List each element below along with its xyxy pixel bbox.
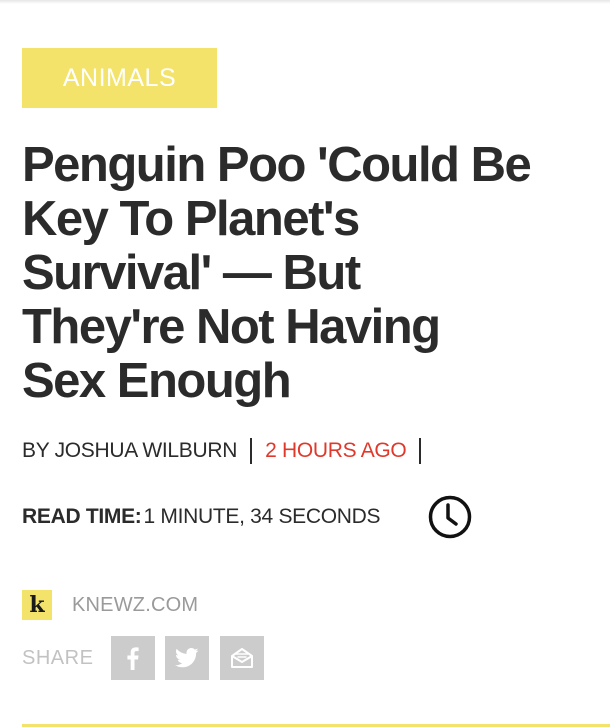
top-divider [0, 0, 610, 4]
author-link[interactable]: BY JOSHUA WILBURN [22, 439, 237, 463]
facebook-share-button[interactable] [111, 636, 155, 680]
source-logo-letter: k [29, 592, 45, 618]
byline: BY JOSHUA WILBURN 2 HOURS AGO [22, 436, 434, 466]
email-icon [231, 648, 253, 668]
headline-line: Key To Planet's [22, 192, 360, 246]
read-time: READ TIME: 1 MINUTE, 34 SECONDS [22, 500, 381, 534]
facebook-icon [127, 647, 139, 670]
source[interactable]: k KNEWZ.COM [22, 590, 198, 620]
read-time-value: 1 MINUTE, 34 SECONDS [143, 505, 381, 528]
read-time-label: READ TIME: [22, 505, 142, 528]
headline-line: Sex Enough [22, 354, 292, 408]
article-headline: Penguin Poo 'Could Be Key To Planet's Su… [22, 138, 597, 408]
headline-line: Survival' — But [22, 246, 361, 300]
byline-separator [419, 438, 422, 464]
headline-line: They're Not Having [22, 300, 441, 354]
email-share-button[interactable] [220, 636, 264, 680]
share-label: SHARE [22, 647, 94, 669]
source-logo: k [22, 590, 52, 620]
category-tag[interactable]: ANIMALS [22, 48, 217, 108]
byline-separator [250, 438, 253, 464]
twitter-icon [175, 648, 199, 668]
clock-icon [428, 495, 472, 539]
source-name[interactable]: KNEWZ.COM [72, 594, 198, 617]
category-label: ANIMALS [62, 63, 177, 92]
headline-line: Penguin Poo 'Could Be [22, 138, 532, 192]
publish-time: 2 HOURS AGO [265, 439, 407, 462]
twitter-share-button[interactable] [165, 636, 209, 680]
